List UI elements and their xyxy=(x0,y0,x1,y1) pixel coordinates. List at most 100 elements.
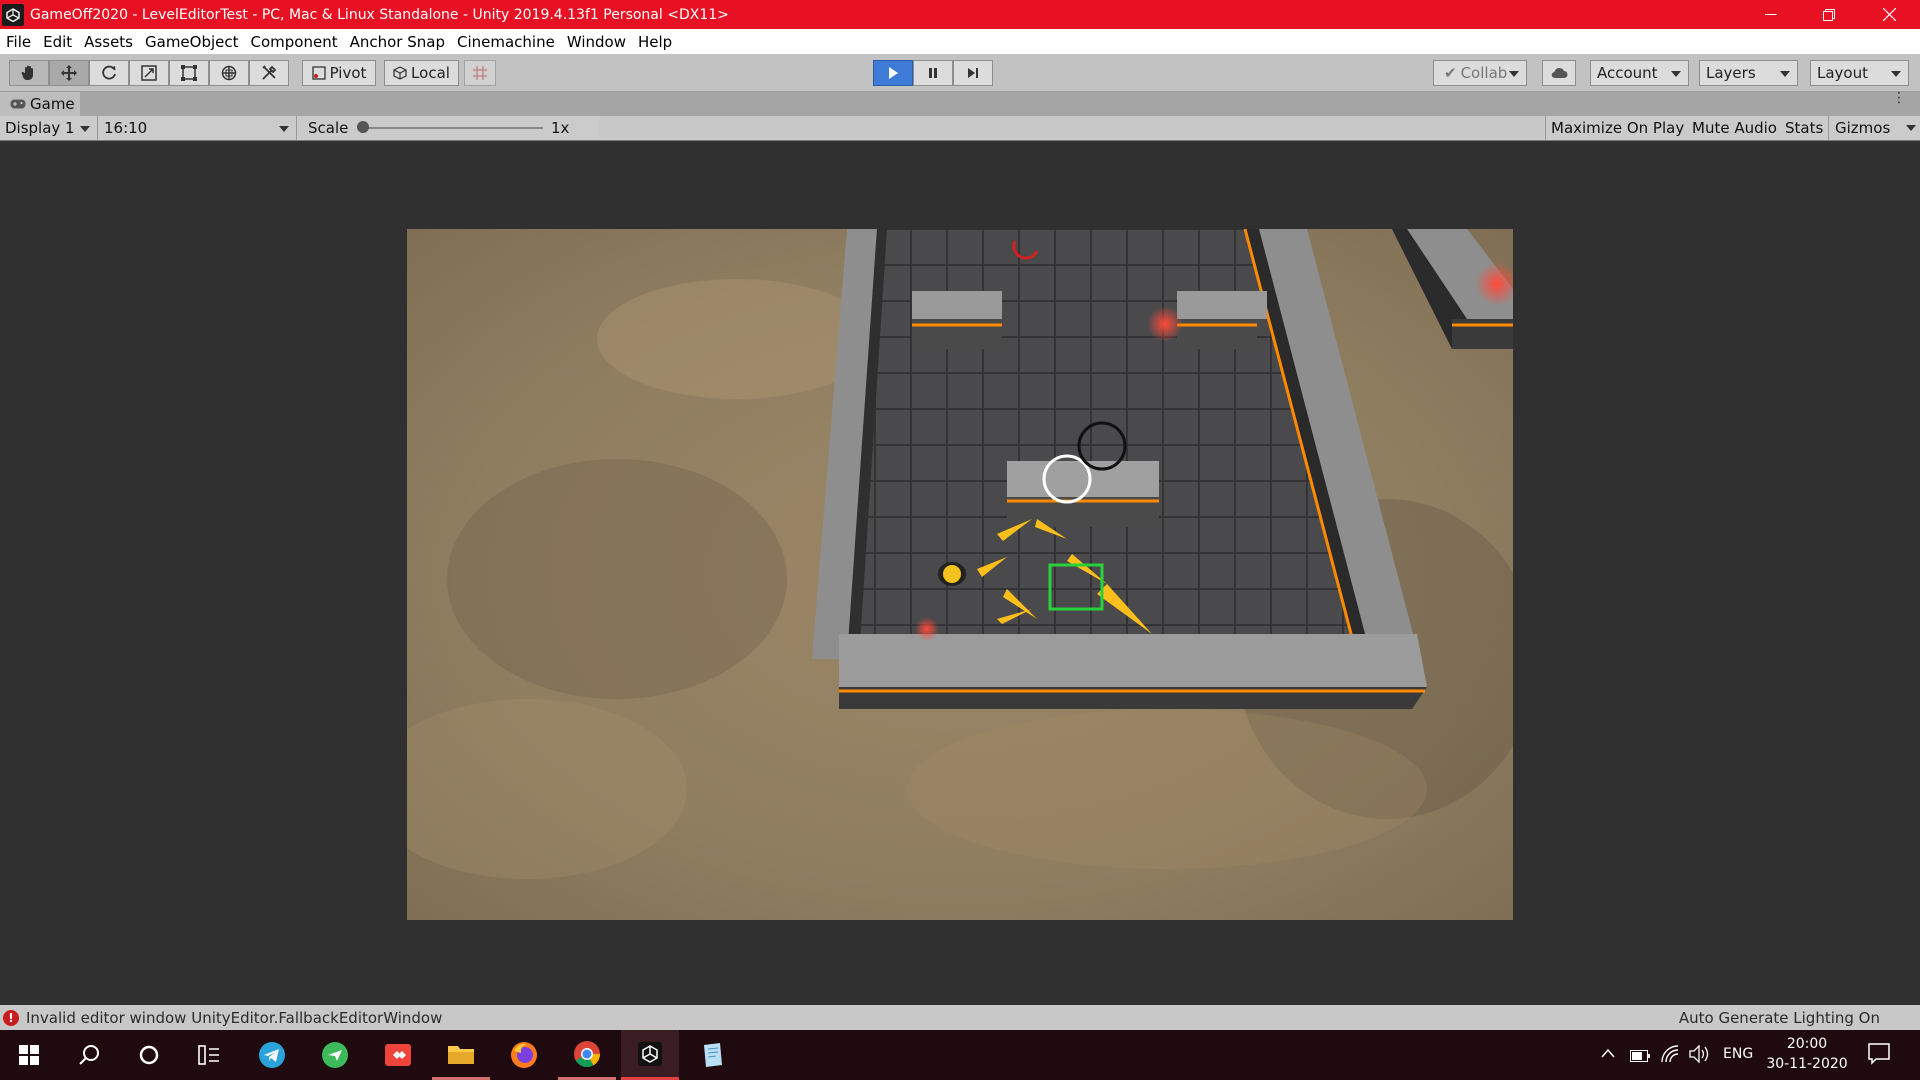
tab-menu-icon[interactable]: ⋮ xyxy=(1892,91,1906,105)
step-icon xyxy=(968,68,978,78)
input-language[interactable]: ENG xyxy=(1723,1046,1753,1062)
play-icon xyxy=(889,67,898,79)
firefox-icon[interactable] xyxy=(495,1030,553,1080)
volume-icon[interactable] xyxy=(1689,1044,1711,1067)
layers-label: Layers xyxy=(1706,64,1756,82)
aspect-dropdown[interactable]: 16:10 xyxy=(99,116,297,140)
stats-toggle[interactable]: Stats xyxy=(1780,116,1830,140)
gizmos-dropdown-icon[interactable] xyxy=(1906,125,1916,136)
game-viewport[interactable] xyxy=(0,141,1920,1005)
maximize-on-play-toggle[interactable]: Maximize On Play xyxy=(1545,116,1691,140)
layout-label: Layout xyxy=(1817,64,1868,82)
scale-value: 1x xyxy=(551,119,570,137)
scale-tool-button[interactable] xyxy=(129,60,169,86)
rect-tool-button[interactable] xyxy=(169,60,209,86)
transform-tool-button[interactable] xyxy=(209,60,249,86)
grid-snap-button[interactable] xyxy=(464,60,496,86)
unity-logo-icon xyxy=(2,3,24,26)
pivot-toggle[interactable]: Pivot xyxy=(302,60,376,86)
rotate-tool-button[interactable] xyxy=(89,60,129,86)
step-button[interactable] xyxy=(953,60,993,86)
gizmos-toggle[interactable]: Gizmos xyxy=(1830,116,1920,140)
collab-check-icon: ✔ xyxy=(1444,64,1457,82)
pause-button[interactable] xyxy=(913,60,953,86)
minimize-button[interactable] xyxy=(1742,0,1800,29)
notepad-icon[interactable] xyxy=(684,1030,742,1080)
menu-anchor-snap[interactable]: Anchor Snap xyxy=(344,33,451,51)
pivot-label: Pivot xyxy=(329,64,367,82)
tab-game-label: Game xyxy=(30,95,75,113)
file-explorer-icon[interactable] xyxy=(432,1030,490,1080)
gamepad-icon xyxy=(10,99,26,109)
grid-snap-icon xyxy=(473,66,487,80)
status-error-message[interactable]: Invalid editor window UnityEditor.Fallba… xyxy=(26,1009,442,1027)
scale-slider-thumb[interactable] xyxy=(357,121,369,133)
move-tool-button[interactable] xyxy=(49,60,89,86)
clock-date: 30-11-2020 xyxy=(1766,1056,1848,1072)
local-toggle[interactable]: Local xyxy=(384,60,459,86)
menu-file[interactable]: File xyxy=(0,33,37,51)
menu-bar: File Edit Assets GameObject Component An… xyxy=(0,29,1920,54)
pivot-icon xyxy=(311,66,326,80)
toolbar: Pivot Local ✔ Collab Account Layers Layo… xyxy=(0,54,1920,92)
cloud-icon xyxy=(1551,67,1568,79)
clock-time: 20:00 xyxy=(1786,1036,1828,1052)
restore-button[interactable] xyxy=(1800,0,1858,29)
notification-center-icon[interactable] xyxy=(1868,1043,1890,1069)
tray-overflow-icon[interactable] xyxy=(1600,1044,1620,1064)
window-title: GameOff2020 - LevelEditorTest - PC, Mac … xyxy=(30,6,729,23)
task-view-icon[interactable] xyxy=(180,1030,238,1080)
unity-icon[interactable] xyxy=(621,1030,679,1080)
layout-dropdown[interactable]: Layout xyxy=(1810,60,1909,86)
telegram-icon[interactable] xyxy=(243,1030,301,1080)
aspect-label: 16:10 xyxy=(104,119,148,137)
messenger-icon[interactable] xyxy=(306,1030,364,1080)
menu-gameobject[interactable]: GameObject xyxy=(139,33,245,51)
scale-label: Scale xyxy=(308,119,349,137)
menu-assets[interactable]: Assets xyxy=(78,33,139,51)
tab-game[interactable]: Game xyxy=(0,92,80,116)
status-bar: ! Invalid editor window UnityEditor.Fall… xyxy=(0,1005,1920,1030)
windows-start-icon[interactable] xyxy=(0,1030,58,1080)
mute-audio-toggle[interactable]: Mute Audio xyxy=(1687,116,1783,140)
title-bar: GameOff2020 - LevelEditorTest - PC, Mac … xyxy=(0,0,1920,29)
menu-component[interactable]: Component xyxy=(245,33,344,51)
menu-help[interactable]: Help xyxy=(632,33,678,51)
taskbar-clock[interactable]: 20:00 30-11-2020 xyxy=(1762,1034,1852,1074)
cortana-icon[interactable] xyxy=(120,1030,178,1080)
menu-window[interactable]: Window xyxy=(561,33,632,51)
collab-label: Collab xyxy=(1460,64,1508,82)
pause-icon xyxy=(929,68,937,78)
collab-dropdown[interactable]: ✔ Collab xyxy=(1433,60,1527,86)
display-dropdown[interactable]: Display 1 xyxy=(0,116,98,140)
layers-dropdown[interactable]: Layers xyxy=(1699,60,1798,86)
scale-icon xyxy=(141,65,157,81)
hand-icon xyxy=(21,65,33,80)
menu-edit[interactable]: Edit xyxy=(37,33,78,51)
play-button[interactable] xyxy=(873,60,913,86)
windows-taskbar: ENG 20:00 30-11-2020 xyxy=(0,1030,1920,1080)
account-label: Account xyxy=(1597,64,1658,82)
anydesk-icon[interactable] xyxy=(369,1030,427,1080)
maximize-on-play-label: Maximize On Play xyxy=(1551,119,1685,137)
battery-icon[interactable] xyxy=(1630,1048,1650,1066)
hand-tool-button[interactable] xyxy=(9,60,49,86)
transform-icon xyxy=(221,65,237,81)
local-cube-icon xyxy=(393,66,407,80)
scale-control: Scale 1x xyxy=(299,116,599,140)
cloud-button[interactable] xyxy=(1542,60,1576,86)
game-tab-row: Game ⋮ xyxy=(0,91,1920,116)
wifi-icon[interactable] xyxy=(1660,1045,1680,1067)
chrome-icon[interactable] xyxy=(558,1030,616,1080)
rect-tool-icon xyxy=(181,65,197,81)
close-button[interactable] xyxy=(1858,0,1920,29)
account-dropdown[interactable]: Account xyxy=(1590,60,1689,86)
menu-cinemachine[interactable]: Cinemachine xyxy=(451,33,561,51)
rotate-icon xyxy=(102,65,116,80)
mute-audio-label: Mute Audio xyxy=(1692,119,1777,137)
search-icon[interactable] xyxy=(60,1030,118,1080)
display-label: Display 1 xyxy=(5,119,75,137)
scale-slider-track[interactable] xyxy=(361,127,543,129)
custom-tool-button[interactable] xyxy=(249,60,289,86)
game-render[interactable] xyxy=(407,229,1513,920)
